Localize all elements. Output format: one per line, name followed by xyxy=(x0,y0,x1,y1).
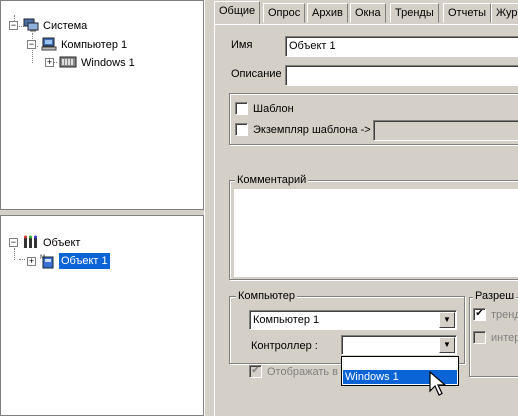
tab-reports[interactable]: Отчеты xyxy=(443,3,492,23)
tab-archive[interactable]: Архив xyxy=(307,3,348,23)
description-label: Описание xyxy=(231,68,282,80)
comment-title: Комментарий xyxy=(235,174,309,186)
template-instance-label: Экземпляр шаблона -> xyxy=(253,124,371,136)
tree-item-object1[interactable]: Объект 1 xyxy=(59,253,110,269)
template-label: Шаблон xyxy=(253,103,294,115)
svg-text:M: M xyxy=(40,254,45,261)
general-tab-page: Имя Объект 1 Описание Шаблон Экземпляр ш… xyxy=(214,24,518,416)
computer-combo[interactable]: Компьютер 1 ▼ xyxy=(249,310,457,330)
tree-item-computer[interactable]: Компьютер 1 xyxy=(59,37,129,53)
chevron-down-icon[interactable]: ▼ xyxy=(439,312,455,328)
permissions-title: Разреш xyxy=(473,290,517,302)
pane-divider[interactable] xyxy=(204,0,209,416)
collapse-system-toggle[interactable]: − xyxy=(9,21,18,30)
expand-windows-toggle[interactable]: + xyxy=(45,58,54,67)
computer-group-title: Компьютер xyxy=(236,290,297,302)
tab-polling[interactable]: Опрос xyxy=(263,3,306,23)
tree-item-object-root[interactable]: Объект xyxy=(41,235,82,251)
show-in-checkbox[interactable]: ✔ xyxy=(249,365,262,378)
object-root-icon xyxy=(23,235,39,249)
tab-strip: Общие Опрос Архив Окна Тренды Отчеты Жур xyxy=(209,0,518,24)
system-icon xyxy=(23,18,39,32)
perm-trend-label: тренд xyxy=(491,309,518,321)
template-instance-field[interactable] xyxy=(373,120,518,141)
name-label: Имя xyxy=(231,39,253,51)
object-tree-pane[interactable]: − Объект + M Объект 1 xyxy=(0,215,204,416)
computer-icon xyxy=(41,37,57,51)
show-in-label: Отображать в xyxy=(267,366,339,378)
system-tree-pane[interactable]: − Система − Компьютер 1 + Windows 1 xyxy=(0,0,204,210)
expand-object1-toggle[interactable]: + xyxy=(27,257,36,266)
name-field[interactable]: Объект 1 xyxy=(285,36,518,57)
mouse-cursor-icon xyxy=(429,370,449,401)
tab-trends[interactable]: Тренды xyxy=(390,3,439,23)
tab-general[interactable]: Общие xyxy=(214,1,261,24)
controller-icon xyxy=(59,55,77,69)
collapse-object-toggle[interactable]: − xyxy=(9,238,18,247)
perm-trend-checkbox[interactable]: ✔ xyxy=(473,308,486,321)
perm-inter-label: интер xyxy=(491,332,518,344)
template-instance-checkbox[interactable] xyxy=(235,123,248,136)
controller-combo[interactable]: ▼ xyxy=(341,335,457,355)
perm-inter-checkbox[interactable] xyxy=(473,331,486,344)
tree-item-windows[interactable]: Windows 1 xyxy=(79,55,137,71)
chevron-down-icon[interactable]: ▼ xyxy=(439,337,455,353)
computer-combo-value: Компьютер 1 xyxy=(253,314,320,326)
comment-textarea[interactable] xyxy=(233,188,518,278)
collapse-computer-toggle[interactable]: − xyxy=(27,40,36,49)
object-icon: M xyxy=(39,253,57,269)
tree-item-system[interactable]: Система xyxy=(41,18,89,34)
tab-journal[interactable]: Жур xyxy=(491,3,518,23)
description-field[interactable] xyxy=(285,65,518,86)
template-checkbox[interactable] xyxy=(235,102,248,115)
tab-windows[interactable]: Окна xyxy=(350,3,386,23)
controller-label: Контроллер : xyxy=(251,340,318,352)
